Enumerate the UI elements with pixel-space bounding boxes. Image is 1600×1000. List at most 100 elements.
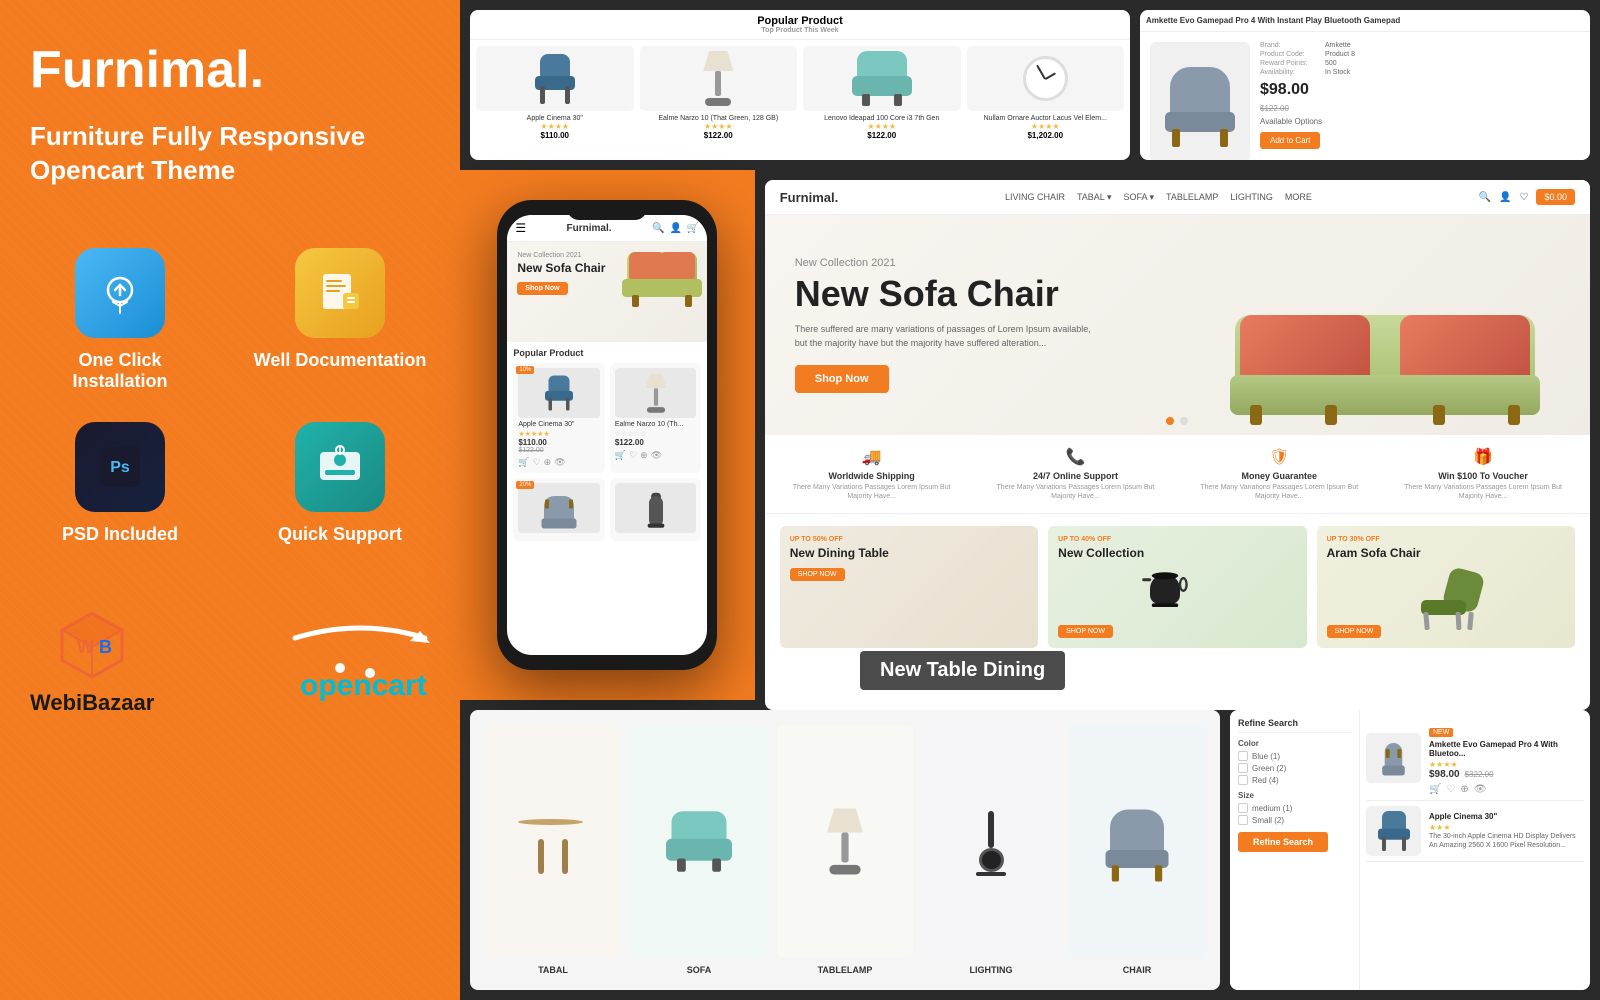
dot-2[interactable]: [1180, 417, 1188, 425]
promo-0-btn[interactable]: SHOP NOW: [790, 568, 845, 581]
mp-wish-icon[interactable]: ♡: [1446, 784, 1455, 795]
top-row: Popular Product Top Product This Week Ap…: [460, 0, 1600, 170]
cat-3-name: LIGHTING: [970, 965, 1013, 975]
feature-psd: Ps PSD Included: [30, 422, 210, 545]
nav-link-0[interactable]: LIVING CHAIR: [1005, 192, 1065, 203]
df-guarantee: 🛡 Money Guarantee There Many Variations …: [1187, 447, 1371, 501]
phone-prod-1-name: Ealme Narzo 10 (Th...: [615, 421, 697, 428]
cat-lighting: LIGHTING: [923, 725, 1059, 975]
top-prod-armchair: Lenovo Ideapad 100 Core i3 7th Gen ★★★★ …: [803, 46, 961, 140]
nav-search-icon[interactable]: 🔍: [1479, 192, 1491, 203]
phone-cart-icon-0[interactable]: 🛒: [518, 457, 529, 468]
phone-compare-icon-0[interactable]: ⊕: [544, 457, 552, 468]
size-check-1[interactable]: [1238, 815, 1248, 825]
size-check-0[interactable]: [1238, 803, 1248, 813]
product-detail-card: Brand:Amkette Product Code:Product 8 Rew…: [1140, 32, 1590, 160]
left-panel: Furnimal. Furniture Fully Responsive Ope…: [0, 0, 460, 1000]
promo-2-btn[interactable]: SHOP NOW: [1327, 625, 1382, 638]
cat-tablelamp: TABLELAMP: [777, 725, 913, 975]
color-opt-2: Red (4): [1238, 775, 1351, 785]
bottom-row: TABAL SOFA TABLELAMP: [460, 700, 1600, 1000]
nav-cart-btn[interactable]: $0.00: [1536, 189, 1575, 205]
top-prod-3-name: Nullam Ornare Auctor Lacus Vel Elem...: [967, 115, 1125, 122]
top-prod-3-price: $1,202.00: [967, 131, 1125, 140]
phone-eye-icon-1[interactable]: 👁: [651, 450, 662, 461]
phone-cart-icon-1[interactable]: 🛒: [615, 450, 626, 461]
opencart-logo: opencart: [290, 623, 430, 698]
promo-collection: UP TO 40% OFF New Collection SHOP NOW: [1048, 526, 1306, 648]
phone-brand: Furnimal.: [567, 223, 612, 234]
add-to-cart-btn[interactable]: Add to Cart: [1260, 132, 1320, 149]
phone-user-icon: 👤: [669, 223, 681, 234]
phone-prod-0-old: $122.00: [518, 447, 600, 454]
phone-notch: [567, 200, 647, 220]
phone-prod-2-img: [518, 483, 600, 533]
phone-wish-icon-1[interactable]: ♡: [629, 450, 637, 461]
feature-documentation: Well Documentation: [250, 248, 430, 392]
bottom-refine: Refine Search Color Blue (1) Green (2): [1230, 710, 1590, 990]
phone-product-1: Ealme Narzo 10 (Th... ☆☆☆☆☆ $122.00 🛒 ♡ …: [610, 363, 702, 473]
cat-tabal-img: [485, 725, 621, 957]
mini-prod-0-info: NEW Amkette Evo Gamepad Pro 4 With Bluet…: [1429, 721, 1584, 795]
mini-prod-0-name: Amkette Evo Gamepad Pro 4 With Bluetoo..…: [1429, 740, 1584, 758]
product-detail-screenshot: Amkette Evo Gamepad Pro 4 With Instant P…: [1140, 10, 1590, 160]
color-label: Color: [1238, 739, 1351, 748]
promo-1-btn[interactable]: SHOP NOW: [1058, 625, 1113, 638]
promo-1-title: New Collection: [1058, 546, 1296, 560]
df-guarantee-icon: 🛡: [1269, 447, 1289, 467]
nav-link-2[interactable]: SOFA ▾: [1123, 192, 1154, 203]
phone-hero-title: New Sofa Chair: [517, 261, 697, 275]
desktop-hero-desc: There suffered are many variations of pa…: [795, 323, 1095, 350]
df-guarantee-title: Money Guarantee: [1242, 471, 1318, 481]
dot-1[interactable]: [1166, 417, 1174, 425]
phone-shop-btn[interactable]: Shop Now: [517, 282, 567, 295]
color-check-1[interactable]: [1238, 763, 1248, 773]
phone-products: Popular Product 10%: [507, 342, 707, 547]
top-prod-clock-img: [967, 46, 1125, 111]
promo-1-tag: UP TO 40% OFF: [1058, 536, 1296, 543]
mp-compare-icon[interactable]: ⊕: [1460, 784, 1468, 795]
nav-link-5[interactable]: MORE: [1285, 192, 1312, 203]
nav-link-4[interactable]: LIGHTING: [1230, 192, 1273, 203]
top-prod-1-price: $122.00: [640, 131, 798, 140]
phone-prod-1-stars: ☆☆☆☆☆: [615, 430, 697, 438]
nav-wishlist-icon[interactable]: ♡: [1519, 192, 1528, 203]
top-prod-chair: Apple Cinema 30" ★★★★ $110.00: [476, 46, 634, 140]
phone-wish-icon-0[interactable]: ♡: [533, 457, 541, 468]
df-guarantee-desc: There Many Variations Passages Lorem Ips…: [1187, 483, 1371, 501]
mini-prod-1-stars: ★★★: [1429, 823, 1584, 832]
refine-btn[interactable]: Refine Search: [1238, 832, 1328, 852]
color-check-0[interactable]: [1238, 751, 1248, 761]
df-voucher-title: Win $100 To Voucher: [1438, 471, 1528, 481]
mini-prod-0-price: $98.00: [1429, 769, 1460, 780]
documentation-icon: [295, 248, 385, 338]
color-check-2[interactable]: [1238, 775, 1248, 785]
desktop-shop-btn[interactable]: Shop Now: [795, 365, 889, 393]
popular-title: Popular Product Top Product This Week: [470, 10, 1130, 40]
nav-link-3[interactable]: TABLELAMP: [1166, 192, 1218, 203]
color-opt-0: Blue (1): [1238, 751, 1351, 761]
feature-one-click: One Click Installation: [30, 248, 210, 392]
nav-link-1[interactable]: TABAL ▾: [1077, 192, 1112, 203]
top-prod-1-stars: ★★★★: [640, 122, 798, 131]
phone-prod-0-stars: ★★★★★: [518, 430, 600, 438]
mp-eye-icon[interactable]: 👁: [1474, 784, 1487, 795]
svg-text:B: B: [99, 637, 112, 657]
desktop-nav: Furnimal. LIVING CHAIR TABAL ▾ SOFA ▾ TA…: [765, 180, 1590, 215]
phone-badge-2: 20%: [516, 481, 534, 489]
mini-prod-1-info: Apple Cinema 30" ★★★ The 30-inch Apple C…: [1429, 812, 1584, 850]
phone-compare-icon-1[interactable]: ⊕: [640, 450, 648, 461]
promo-sofa: UP TO 30% OFF Aram Sofa Chair SHOP NOW: [1317, 526, 1575, 648]
nav-user-icon[interactable]: 👤: [1499, 192, 1511, 203]
hero-dots: [1166, 417, 1188, 425]
brand-title: Furnimal.: [30, 40, 430, 100]
prod-detail-header-title: Amkette Evo Gamepad Pro 4 With Instant P…: [1146, 16, 1584, 25]
phone-search-icon: 🔍: [652, 223, 664, 234]
phone-hero-label: New Collection 2021: [517, 252, 697, 259]
mp-cart-icon[interactable]: 🛒: [1429, 784, 1441, 795]
color-filters: Color Blue (1) Green (2) Red (4): [1238, 739, 1351, 785]
psd-icon: Ps: [75, 422, 165, 512]
desktop-brand: Furnimal.: [780, 190, 839, 205]
phone-eye-icon-0[interactable]: 👁: [554, 457, 565, 468]
category-images: TABAL SOFA TABLELAMP: [470, 710, 1220, 990]
